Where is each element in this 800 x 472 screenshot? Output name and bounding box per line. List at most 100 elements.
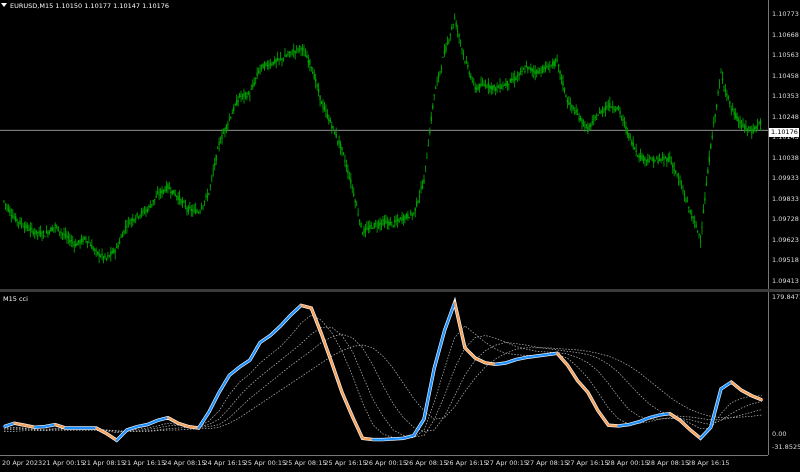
candle-body — [329, 119, 332, 123]
candle-body — [272, 61, 274, 65]
candle-body — [623, 122, 626, 124]
candle-body — [23, 226, 26, 229]
candle-body — [579, 116, 582, 121]
cci-segment — [556, 352, 569, 367]
price-chart[interactable] — [0, 0, 768, 289]
candle-body — [317, 89, 320, 93]
candle-body — [560, 76, 563, 80]
candle-body — [111, 250, 113, 254]
candle-body — [424, 165, 427, 167]
time-axis[interactable]: 20 Apr 2023 21 Apr 00:15 21 Apr 08:15 21 Ap… — [0, 455, 768, 472]
candle-body — [355, 205, 358, 206]
candle-body — [328, 118, 330, 121]
candle-body — [42, 231, 45, 233]
cci-segment — [320, 333, 333, 365]
candle-body — [533, 70, 535, 72]
candle-body — [411, 214, 413, 216]
candle-body — [256, 72, 258, 76]
candle-body — [370, 225, 372, 227]
cci-segment — [340, 391, 354, 418]
candle-body — [575, 110, 577, 113]
candle-body — [26, 225, 29, 229]
candle-body — [347, 169, 349, 174]
cci-segment — [258, 334, 272, 344]
candle-body — [394, 220, 396, 223]
candle-body — [69, 240, 71, 243]
candle-body — [202, 205, 204, 207]
candle-body — [598, 111, 601, 113]
candle-body — [360, 222, 362, 227]
candle-body — [335, 134, 337, 138]
price-tick-label: 1.09933 — [772, 174, 799, 182]
candle-body — [455, 22, 457, 27]
candle-body — [15, 216, 17, 221]
candle-body — [294, 51, 296, 54]
candle-body — [173, 189, 175, 194]
price-tick-label: 1.10563 — [772, 51, 799, 59]
candle-body — [603, 109, 605, 111]
candle-body — [336, 140, 339, 142]
candle-body — [629, 136, 632, 138]
candle-body — [631, 141, 633, 145]
candle-body — [638, 154, 640, 159]
candle-body — [559, 70, 561, 74]
candle-body — [252, 84, 254, 87]
candle-body — [581, 119, 583, 123]
candle-body — [363, 229, 365, 234]
candle-body — [521, 70, 523, 72]
candle-body — [231, 113, 233, 115]
candle-body — [281, 58, 283, 61]
cci-segment — [433, 329, 446, 370]
candle-body — [243, 93, 245, 97]
price-chart-pane[interactable]: EURUSD,M15 1.10150 1.10177 1.10147 1.101… — [0, 0, 768, 289]
candle-body — [715, 104, 718, 108]
candle-body — [254, 78, 257, 79]
candle-body — [664, 157, 667, 159]
candle-body — [127, 220, 130, 222]
candle-body — [711, 135, 713, 138]
candle-body — [528, 67, 531, 68]
candle-body — [203, 200, 206, 203]
candle-body — [756, 125, 759, 127]
candle-body — [146, 209, 149, 212]
candle-body — [595, 118, 598, 120]
candle-body — [534, 71, 536, 74]
cci-segment — [678, 419, 692, 432]
candle-body — [140, 211, 143, 215]
candle-body — [576, 114, 579, 115]
candle-body — [285, 55, 288, 57]
candle-body — [184, 205, 187, 208]
candle-body — [600, 110, 602, 114]
candle-body — [693, 221, 696, 223]
dropdown-triangle-icon[interactable] — [1, 3, 7, 7]
candle-body — [306, 55, 308, 59]
cci-indicator-chart[interactable] — [0, 292, 768, 455]
chart-window[interactable]: EURUSD,M15 1.10150 1.10177 1.10147 1.101… — [0, 0, 800, 471]
candle-body — [459, 41, 462, 43]
candle-body — [238, 94, 241, 97]
candle-body — [714, 114, 716, 118]
candle-body — [456, 30, 459, 32]
candle-body — [94, 249, 96, 251]
indicator-axis[interactable]: 179.8471 0.00 -31.8525 — [768, 292, 800, 455]
candle-body — [727, 96, 730, 99]
candle-body — [353, 193, 355, 196]
price-axis[interactable]: 1.10773 1.10668 1.10563 1.10458 1.10353 1.102… — [768, 0, 800, 289]
candle-body — [388, 221, 390, 226]
candle-body — [155, 196, 157, 198]
candle-body — [291, 53, 293, 55]
candle-body — [465, 61, 468, 63]
candle-body — [617, 106, 620, 109]
candle-body — [367, 227, 370, 231]
candle-body — [413, 212, 415, 214]
candle-body — [648, 161, 651, 163]
candle-body — [683, 194, 686, 196]
candle-body — [557, 64, 560, 67]
candle-body — [143, 211, 146, 213]
time-tick-label: 27 Apr 08:15 — [525, 459, 569, 467]
candle-body — [80, 238, 83, 243]
cci-main-outline — [3, 296, 763, 443]
candle-body — [493, 85, 495, 88]
indicator-pane[interactable]: M15 cci — [0, 292, 768, 455]
candle-body — [417, 201, 419, 203]
